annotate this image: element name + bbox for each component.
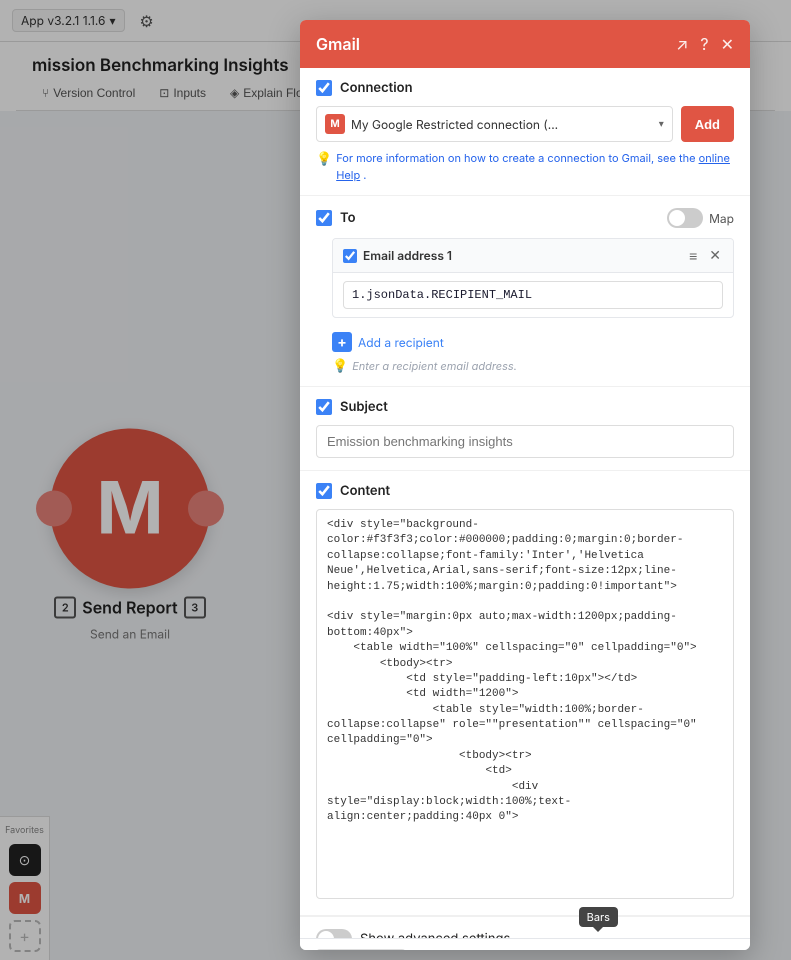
to-left: To (316, 210, 355, 226)
hint-bulb-icon: 💡 (332, 358, 348, 374)
email-address-checkbox[interactable] (343, 249, 357, 263)
connection-select[interactable]: M My Google Restricted connection (... ▾ (316, 106, 673, 142)
subject-section-header: Subject (316, 399, 734, 415)
content-section: Content (300, 471, 750, 916)
connection-checkbox[interactable] (316, 80, 332, 96)
add-recipient-plus-button[interactable]: + (332, 332, 352, 352)
modal-footer: Cancel Bars OK (300, 938, 750, 950)
to-right: Map (667, 208, 734, 228)
hint-text: Enter a recipient email address. (352, 359, 517, 373)
email-section-title-row: Email address 1 (343, 248, 452, 263)
connection-help-text: 💡 For more information on how to create … (316, 150, 734, 183)
email-subsection-indent: Email address 1 ≡ ✕ + Add a recipient (316, 238, 734, 374)
connection-section-header: Connection (316, 80, 734, 96)
connection-select-inner: M My Google Restricted connection (... (325, 114, 653, 134)
to-checkbox[interactable] (316, 210, 332, 226)
cancel-button[interactable]: Cancel (316, 949, 406, 950)
to-label: To (340, 210, 355, 226)
email-address-section: Email address 1 ≡ ✕ (332, 238, 734, 318)
to-section: To Map Email address 1 ≡ (300, 196, 750, 387)
bulb-icon: 💡 (316, 150, 332, 170)
connection-section: Connection M My Google Restricted connec… (300, 68, 750, 196)
link-icon[interactable]: ↗ (676, 34, 688, 54)
modal-header: Gmail ↗ ? ✕ (300, 20, 750, 68)
modal-header-icons: ↗ ? ✕ (676, 34, 734, 54)
help-prefix: For more information on how to create a … (336, 151, 698, 165)
map-label: Map (709, 211, 734, 226)
advanced-label: Show advanced settings (360, 931, 510, 938)
content-textarea[interactable] (316, 509, 734, 899)
connection-name: My Google Restricted connection (... (351, 117, 653, 132)
add-recipient-row: + Add a recipient (332, 326, 734, 358)
connection-label: Connection (340, 80, 413, 96)
email-section-icons: ≡ ✕ (687, 247, 723, 264)
content-checkbox[interactable] (316, 483, 332, 499)
add-recipient-label[interactable]: Add a recipient (358, 335, 444, 350)
email-close-button[interactable]: ✕ (707, 247, 723, 264)
bars-tooltip: Bars (579, 907, 618, 927)
gmail-modal: Gmail ↗ ? ✕ Connection M My Google Restr… (300, 20, 750, 950)
subject-checkbox[interactable] (316, 399, 332, 415)
connection-row: M My Google Restricted connection (... ▾… (316, 106, 734, 142)
subject-label: Subject (340, 399, 388, 415)
help-suffix: . (363, 168, 366, 182)
subject-input[interactable] (316, 425, 734, 458)
subject-section: Subject (300, 387, 750, 471)
modal-title: Gmail (316, 34, 360, 54)
email-menu-button[interactable]: ≡ (687, 248, 699, 264)
content-section-header: Content (316, 483, 734, 499)
gmail-small-icon: M (325, 114, 345, 134)
advanced-toggle[interactable] (316, 929, 352, 938)
content-label: Content (340, 483, 390, 499)
email-section-header: Email address 1 ≡ ✕ (333, 239, 733, 273)
map-toggle[interactable] (667, 208, 703, 228)
chevron-down-icon: ▾ (659, 118, 664, 130)
hint-row: 💡 Enter a recipient email address. (332, 358, 734, 374)
email-input-container (333, 273, 733, 317)
modal-body: Connection M My Google Restricted connec… (300, 68, 750, 938)
close-icon[interactable]: ✕ (721, 34, 734, 54)
add-connection-button[interactable]: Add (681, 106, 734, 142)
help-icon[interactable]: ? (700, 34, 708, 54)
advanced-settings-row: Show advanced settings (300, 916, 750, 938)
to-section-header: To Map (316, 208, 734, 228)
email-address-title: Email address 1 (363, 248, 452, 263)
email-address-input[interactable] (343, 281, 723, 309)
